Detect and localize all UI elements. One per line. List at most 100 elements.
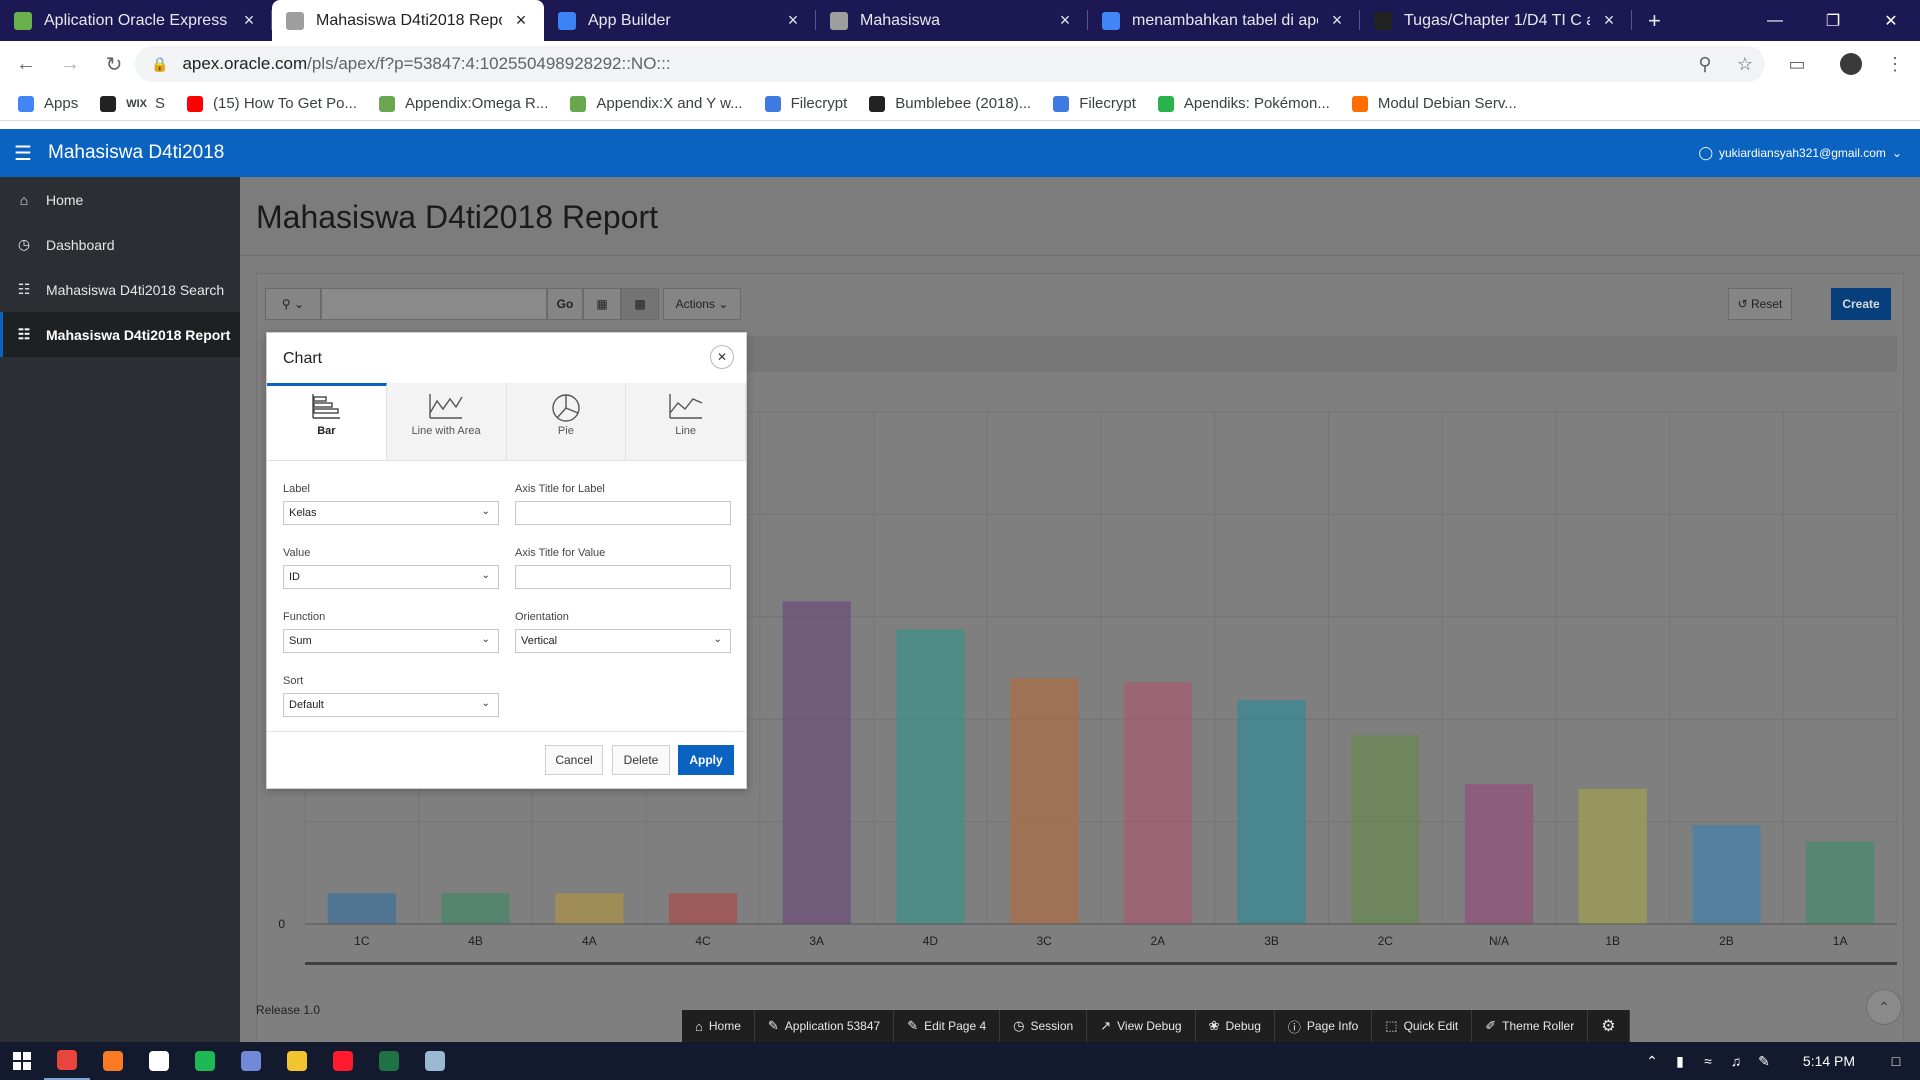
cast-icon[interactable]: ▭ (1782, 49, 1812, 79)
chart-bar[interactable] (1806, 841, 1875, 924)
spotify-icon[interactable] (182, 1042, 228, 1080)
close-icon[interactable]: × (1328, 10, 1346, 31)
chart-bar[interactable] (327, 893, 396, 924)
pen-icon[interactable]: ✎ (1750, 1053, 1778, 1070)
bookmark-item[interactable]: Bumblebee (2018)... (869, 95, 1031, 112)
browser-tab[interactable]: menambahkan tabel di apex × (1088, 0, 1360, 41)
devbar-item[interactable]: ❀ Debug (1196, 1010, 1275, 1042)
orientation-select[interactable]: Vertical ⌄ (515, 629, 731, 653)
chevron-up-icon[interactable]: ⌃ (1638, 1053, 1666, 1070)
browser-tab[interactable]: Tugas/Chapter 1/D4 TI C at r × (1360, 0, 1632, 41)
chrome-icon[interactable] (44, 1042, 90, 1080)
chart-scrollbar[interactable] (305, 962, 1897, 965)
close-icon[interactable]: × (1600, 10, 1618, 31)
bookmark-item[interactable]: Appendix:X and Y w... (570, 95, 743, 112)
chart-bar[interactable] (1237, 700, 1306, 924)
bookmark-item[interactable]: Apendiks: Pokémon... (1157, 95, 1330, 112)
wifi-icon[interactable]: ≈ (1694, 1053, 1722, 1069)
close-icon[interactable]: × (784, 10, 802, 31)
bookmark-item[interactable]: Appendix:Omega R... (378, 95, 548, 112)
discord-icon[interactable] (228, 1042, 274, 1080)
user-menu[interactable]: ◯ yukiardiansyah321@gmail.com ⌄ (1698, 129, 1902, 177)
chart-type-tab[interactable]: Pie (506, 383, 627, 460)
chart-bar[interactable] (555, 893, 624, 924)
bookmark-item[interactable]: WIX S (100, 95, 165, 112)
bookmark-item[interactable]: Modul Debian Serv... (1351, 95, 1517, 112)
notifications-icon[interactable]: □ (1872, 1053, 1920, 1069)
back-arrow-icon[interactable]: ← (8, 46, 44, 82)
value-select[interactable]: ID ⌄ (283, 565, 499, 589)
new-tab-button[interactable]: + (1632, 0, 1677, 41)
chart-type-tab[interactable]: Line with Area (386, 383, 507, 460)
obs-icon[interactable] (136, 1042, 182, 1080)
chart-bar[interactable] (1578, 788, 1647, 924)
app-icon[interactable] (412, 1042, 458, 1080)
delete-button[interactable]: Delete (612, 745, 670, 775)
nav-item[interactable]: ◷ Dashboard (0, 222, 240, 267)
chart-type-tab[interactable]: Bar (267, 383, 387, 460)
browser-tab[interactable]: App Builder × (544, 0, 816, 41)
windows-start-icon[interactable] (0, 1042, 44, 1080)
clock-time[interactable]: 5:14 PM (1786, 1053, 1872, 1069)
chart-bar[interactable] (1123, 682, 1192, 924)
address-bar[interactable]: 🔒 apex.oracle.com/pls/apex/f?p=53847:4:1… (135, 46, 1765, 82)
minimize-button[interactable]: — (1746, 0, 1804, 41)
devbar-item[interactable]: ⓘ Page Info (1275, 1010, 1373, 1042)
close-icon[interactable]: × (1056, 10, 1074, 31)
sort-select[interactable]: Default ⌄ (283, 693, 499, 717)
volume-icon[interactable]: ♫ (1722, 1053, 1750, 1069)
nav-item[interactable]: ☷ Mahasiswa D4ti2018 Search (0, 267, 240, 312)
devbar-item[interactable]: ✎ Application 53847 (755, 1010, 895, 1042)
close-icon[interactable]: × (512, 10, 530, 31)
forward-arrow-icon[interactable]: → (52, 46, 88, 82)
profile-avatar[interactable] (1836, 49, 1866, 79)
window-close-button[interactable]: ✕ (1862, 0, 1920, 41)
devbar-item[interactable]: ⬚ Quick Edit (1372, 1010, 1473, 1042)
apply-button[interactable]: Apply (678, 745, 734, 775)
chart-bar[interactable] (1010, 678, 1079, 924)
function-select[interactable]: Sum ⌄ (283, 629, 499, 653)
close-dialog-button[interactable]: ✕ (710, 345, 734, 369)
chart-bar[interactable] (896, 629, 965, 924)
nav-item[interactable]: ☷ Mahasiswa D4ti2018 Report (0, 312, 240, 357)
browser-tab[interactable]: Aplication Oracle Express - O × (0, 0, 272, 41)
chart-bar[interactable] (1464, 784, 1534, 924)
chart-bar[interactable] (441, 893, 510, 924)
axis-title-label-input[interactable] (515, 501, 731, 525)
close-icon[interactable]: × (240, 10, 258, 31)
bookmark-item[interactable]: Filecrypt (764, 95, 847, 112)
opera-icon[interactable] (320, 1042, 366, 1080)
label-select[interactable]: Kelas ⌄ (283, 501, 499, 525)
battery-icon[interactable]: ▮ (1666, 1053, 1694, 1070)
cancel-button[interactable]: Cancel (545, 745, 603, 775)
devbar-item[interactable]: ⚙ (1588, 1010, 1630, 1042)
axis-title-value-input[interactable] (515, 565, 731, 589)
chart-bar[interactable] (782, 601, 851, 924)
chart-bar[interactable] (1692, 825, 1761, 924)
hamburger-menu-icon[interactable]: ☰ (8, 138, 38, 168)
bookmark-item[interactable]: (15) How To Get Po... (187, 95, 357, 112)
reload-icon[interactable]: ↻ (96, 46, 132, 82)
xampp-icon[interactable] (90, 1042, 136, 1080)
browser-tab[interactable]: Mahasiswa D4ti2018 Report × (272, 0, 544, 41)
star-icon[interactable]: ☆ (1730, 49, 1760, 79)
bookmark-item[interactable]: Filecrypt (1053, 95, 1136, 112)
devbar-item[interactable]: ✎ Edit Page 4 (894, 1010, 1001, 1042)
excel-icon[interactable] (366, 1042, 412, 1080)
chart-bar[interactable] (1351, 735, 1420, 924)
zoom-icon[interactable]: ⚲ (1690, 49, 1720, 79)
app-name[interactable]: Mahasiswa D4ti2018 (48, 142, 224, 164)
devbar-item[interactable]: ↗ View Debug (1087, 1010, 1196, 1042)
devbar-item[interactable]: ⌂ Home (682, 1010, 755, 1042)
devbar-item[interactable]: ✐ Theme Roller (1472, 1010, 1589, 1042)
restore-button[interactable]: ❐ (1804, 0, 1862, 41)
chart-type-tab[interactable]: Line (626, 383, 746, 460)
folder-icon[interactable] (274, 1042, 320, 1080)
kebab-menu-icon[interactable]: ⋮ (1880, 49, 1910, 79)
bookmark-item[interactable]: Apps (18, 95, 78, 112)
nav-item[interactable]: ⌂ Home (0, 177, 240, 222)
chart-bar[interactable] (668, 893, 738, 924)
browser-tab[interactable]: Mahasiswa × (816, 0, 1088, 41)
scroll-top-button[interactable]: ⌃ (1866, 989, 1902, 1025)
devbar-item[interactable]: ◷ Session (1000, 1010, 1088, 1042)
